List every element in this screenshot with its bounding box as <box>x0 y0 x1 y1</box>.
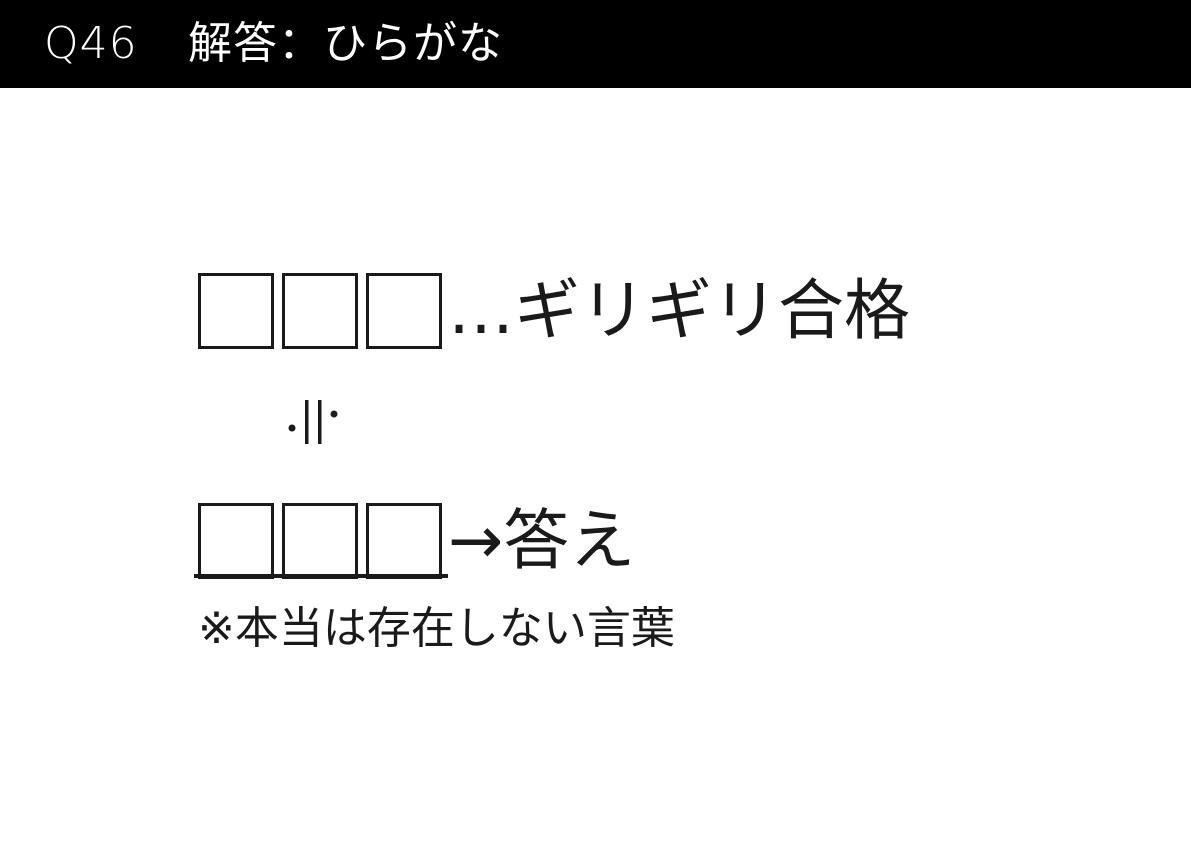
answer-arrow-label: →答え <box>448 502 636 579</box>
header-bar: Q46 解答：ひらがな <box>0 0 1191 88</box>
question-title: 解答：ひらがな <box>188 18 503 69</box>
blank-box <box>282 273 358 349</box>
approximately-equal-icon <box>282 388 352 448</box>
blank-boxes-bottom <box>198 503 442 579</box>
blank-box <box>282 503 358 579</box>
answer-underline <box>194 574 448 578</box>
footnote: ※本当は存在しない言葉 <box>198 603 675 654</box>
clue-meaning: …ギリギリ合格 <box>448 272 910 349</box>
blank-box <box>366 273 442 349</box>
question-number: Q46 <box>44 18 138 69</box>
blank-box <box>198 273 274 349</box>
clue-row: …ギリギリ合格 <box>198 266 910 356</box>
answer-row: →答え <box>198 496 635 586</box>
blank-box <box>366 503 442 579</box>
blank-box <box>198 503 274 579</box>
blank-boxes-top <box>198 273 442 349</box>
